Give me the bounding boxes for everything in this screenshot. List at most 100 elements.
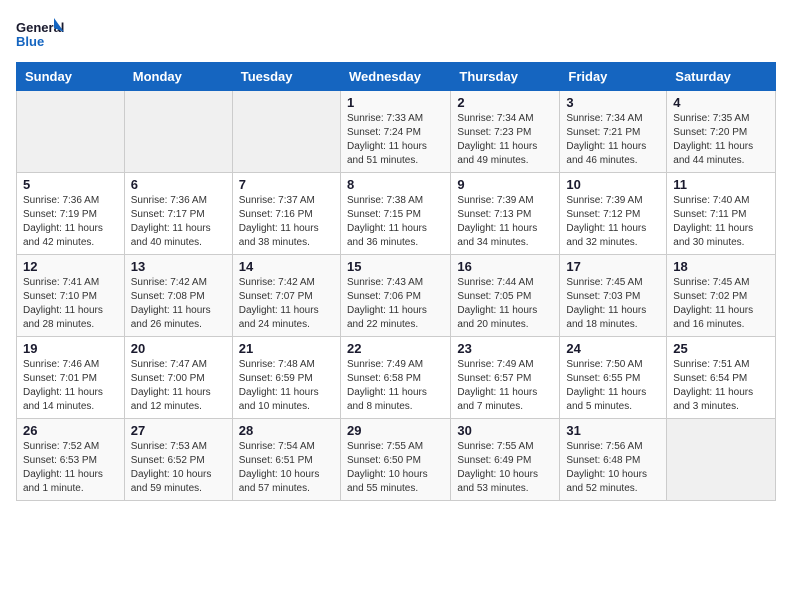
svg-text:Blue: Blue xyxy=(16,34,44,49)
day-info: Sunrise: 7:46 AM Sunset: 7:01 PM Dayligh… xyxy=(23,358,118,414)
day-number: 1 xyxy=(347,95,444,110)
day-number: 7 xyxy=(239,177,334,192)
day-info: Sunrise: 7:42 AM Sunset: 7:08 PM Dayligh… xyxy=(131,276,226,332)
day-number: 9 xyxy=(457,177,553,192)
calendar-cell: 5 Sunrise: 7:36 AM Sunset: 7:19 PM Daylig… xyxy=(17,173,125,255)
column-header-sunday: Sunday xyxy=(17,63,125,91)
day-info: Sunrise: 7:47 AM Sunset: 7:00 PM Dayligh… xyxy=(131,358,226,414)
day-info: Sunrise: 7:40 AM Sunset: 7:11 PM Dayligh… xyxy=(673,194,769,250)
day-number: 22 xyxy=(347,341,444,356)
logo-svg: GeneralBlue xyxy=(16,16,66,52)
calendar-cell: 4 Sunrise: 7:35 AM Sunset: 7:20 PM Daylig… xyxy=(667,91,776,173)
calendar-cell: 18 Sunrise: 7:45 AM Sunset: 7:02 PM Dayli… xyxy=(667,255,776,337)
calendar-week-row: 5 Sunrise: 7:36 AM Sunset: 7:19 PM Daylig… xyxy=(17,173,776,255)
calendar-cell: 23 Sunrise: 7:49 AM Sunset: 6:57 PM Dayli… xyxy=(451,337,560,419)
calendar-cell: 29Sunrise: 7:55 AM Sunset: 6:50 PM Dayli… xyxy=(340,419,450,501)
calendar-table: SundayMondayTuesdayWednesdayThursdayFrid… xyxy=(16,62,776,501)
day-info: Sunrise: 7:55 AM Sunset: 6:49 PM Dayligh… xyxy=(457,440,553,496)
day-number: 20 xyxy=(131,341,226,356)
day-info: Sunrise: 7:56 AM Sunset: 6:48 PM Dayligh… xyxy=(566,440,660,496)
day-info: Sunrise: 7:41 AM Sunset: 7:10 PM Dayligh… xyxy=(23,276,118,332)
day-info: Sunrise: 7:49 AM Sunset: 6:57 PM Dayligh… xyxy=(457,358,553,414)
day-number: 10 xyxy=(566,177,660,192)
header: GeneralBlue xyxy=(16,16,776,52)
day-info: Sunrise: 7:36 AM Sunset: 7:17 PM Dayligh… xyxy=(131,194,226,250)
calendar-cell: 22 Sunrise: 7:49 AM Sunset: 6:58 PM Dayli… xyxy=(340,337,450,419)
day-number: 2 xyxy=(457,95,553,110)
day-number: 5 xyxy=(23,177,118,192)
day-info: Sunrise: 7:50 AM Sunset: 6:55 PM Dayligh… xyxy=(566,358,660,414)
day-number: 25 xyxy=(673,341,769,356)
day-info: Sunrise: 7:55 AM Sunset: 6:50 PM Dayligh… xyxy=(347,440,444,496)
day-number: 13 xyxy=(131,259,226,274)
calendar-cell: 14 Sunrise: 7:42 AM Sunset: 7:07 PM Dayli… xyxy=(232,255,340,337)
calendar-week-row: 1 Sunrise: 7:33 AM Sunset: 7:24 PM Daylig… xyxy=(17,91,776,173)
day-number: 28 xyxy=(239,423,334,438)
day-info: Sunrise: 7:39 AM Sunset: 7:12 PM Dayligh… xyxy=(566,194,660,250)
day-number: 15 xyxy=(347,259,444,274)
day-info: Sunrise: 7:44 AM Sunset: 7:05 PM Dayligh… xyxy=(457,276,553,332)
calendar-cell: 3Sunrise: 7:34 AM Sunset: 7:21 PM Daylig… xyxy=(560,91,667,173)
day-info: Sunrise: 7:34 AM Sunset: 7:21 PM Dayligh… xyxy=(566,112,660,168)
calendar-cell: 24 Sunrise: 7:50 AM Sunset: 6:55 PM Dayli… xyxy=(560,337,667,419)
calendar-week-row: 19Sunrise: 7:46 AM Sunset: 7:01 PM Dayli… xyxy=(17,337,776,419)
day-info: Sunrise: 7:53 AM Sunset: 6:52 PM Dayligh… xyxy=(131,440,226,496)
column-header-wednesday: Wednesday xyxy=(340,63,450,91)
calendar-cell: 25 Sunrise: 7:51 AM Sunset: 6:54 PM Dayli… xyxy=(667,337,776,419)
calendar-cell: 26 Sunrise: 7:52 AM Sunset: 6:53 PM Dayli… xyxy=(17,419,125,501)
day-info: Sunrise: 7:35 AM Sunset: 7:20 PM Dayligh… xyxy=(673,112,769,168)
day-number: 8 xyxy=(347,177,444,192)
day-info: Sunrise: 7:43 AM Sunset: 7:06 PM Dayligh… xyxy=(347,276,444,332)
day-info: Sunrise: 7:36 AM Sunset: 7:19 PM Dayligh… xyxy=(23,194,118,250)
day-info: Sunrise: 7:38 AM Sunset: 7:15 PM Dayligh… xyxy=(347,194,444,250)
calendar-cell: 6 Sunrise: 7:36 AM Sunset: 7:17 PM Daylig… xyxy=(124,173,232,255)
column-header-saturday: Saturday xyxy=(667,63,776,91)
calendar-cell: 31 Sunrise: 7:56 AM Sunset: 6:48 PM Dayli… xyxy=(560,419,667,501)
calendar-header-row: SundayMondayTuesdayWednesdayThursdayFrid… xyxy=(17,63,776,91)
column-header-friday: Friday xyxy=(560,63,667,91)
day-info: Sunrise: 7:52 AM Sunset: 6:53 PM Dayligh… xyxy=(23,440,118,496)
day-number: 21 xyxy=(239,341,334,356)
day-info: Sunrise: 7:45 AM Sunset: 7:02 PM Dayligh… xyxy=(673,276,769,332)
calendar-cell: 30Sunrise: 7:55 AM Sunset: 6:49 PM Dayli… xyxy=(451,419,560,501)
calendar-cell: 16 Sunrise: 7:44 AM Sunset: 7:05 PM Dayli… xyxy=(451,255,560,337)
calendar-cell: 15 Sunrise: 7:43 AM Sunset: 7:06 PM Dayli… xyxy=(340,255,450,337)
day-number: 26 xyxy=(23,423,118,438)
day-info: Sunrise: 7:42 AM Sunset: 7:07 PM Dayligh… xyxy=(239,276,334,332)
day-info: Sunrise: 7:51 AM Sunset: 6:54 PM Dayligh… xyxy=(673,358,769,414)
column-header-thursday: Thursday xyxy=(451,63,560,91)
day-number: 16 xyxy=(457,259,553,274)
day-number: 31 xyxy=(566,423,660,438)
day-number: 24 xyxy=(566,341,660,356)
calendar-cell xyxy=(124,91,232,173)
day-info: Sunrise: 7:45 AM Sunset: 7:03 PM Dayligh… xyxy=(566,276,660,332)
day-info: Sunrise: 7:49 AM Sunset: 6:58 PM Dayligh… xyxy=(347,358,444,414)
day-number: 23 xyxy=(457,341,553,356)
calendar-cell: 19Sunrise: 7:46 AM Sunset: 7:01 PM Dayli… xyxy=(17,337,125,419)
day-info: Sunrise: 7:33 AM Sunset: 7:24 PM Dayligh… xyxy=(347,112,444,168)
calendar-cell: 27Sunrise: 7:53 AM Sunset: 6:52 PM Dayli… xyxy=(124,419,232,501)
calendar-cell: 8 Sunrise: 7:38 AM Sunset: 7:15 PM Daylig… xyxy=(340,173,450,255)
calendar-week-row: 12 Sunrise: 7:41 AM Sunset: 7:10 PM Dayli… xyxy=(17,255,776,337)
day-number: 11 xyxy=(673,177,769,192)
calendar-cell: 13 Sunrise: 7:42 AM Sunset: 7:08 PM Dayli… xyxy=(124,255,232,337)
day-number: 17 xyxy=(566,259,660,274)
calendar-cell: 9Sunrise: 7:39 AM Sunset: 7:13 PM Daylig… xyxy=(451,173,560,255)
day-number: 12 xyxy=(23,259,118,274)
calendar-cell: 2 Sunrise: 7:34 AM Sunset: 7:23 PM Daylig… xyxy=(451,91,560,173)
calendar-cell xyxy=(667,419,776,501)
day-number: 6 xyxy=(131,177,226,192)
day-number: 4 xyxy=(673,95,769,110)
column-header-tuesday: Tuesday xyxy=(232,63,340,91)
calendar-cell: 28Sunrise: 7:54 AM Sunset: 6:51 PM Dayli… xyxy=(232,419,340,501)
calendar-cell: 11 Sunrise: 7:40 AM Sunset: 7:11 PM Dayli… xyxy=(667,173,776,255)
calendar-cell xyxy=(232,91,340,173)
day-info: Sunrise: 7:37 AM Sunset: 7:16 PM Dayligh… xyxy=(239,194,334,250)
day-number: 14 xyxy=(239,259,334,274)
day-number: 18 xyxy=(673,259,769,274)
calendar-cell: 10 Sunrise: 7:39 AM Sunset: 7:12 PM Dayli… xyxy=(560,173,667,255)
day-info: Sunrise: 7:48 AM Sunset: 6:59 PM Dayligh… xyxy=(239,358,334,414)
day-info: Sunrise: 7:34 AM Sunset: 7:23 PM Dayligh… xyxy=(457,112,553,168)
calendar-cell: 20 Sunrise: 7:47 AM Sunset: 7:00 PM Dayli… xyxy=(124,337,232,419)
calendar-cell: 12 Sunrise: 7:41 AM Sunset: 7:10 PM Dayli… xyxy=(17,255,125,337)
